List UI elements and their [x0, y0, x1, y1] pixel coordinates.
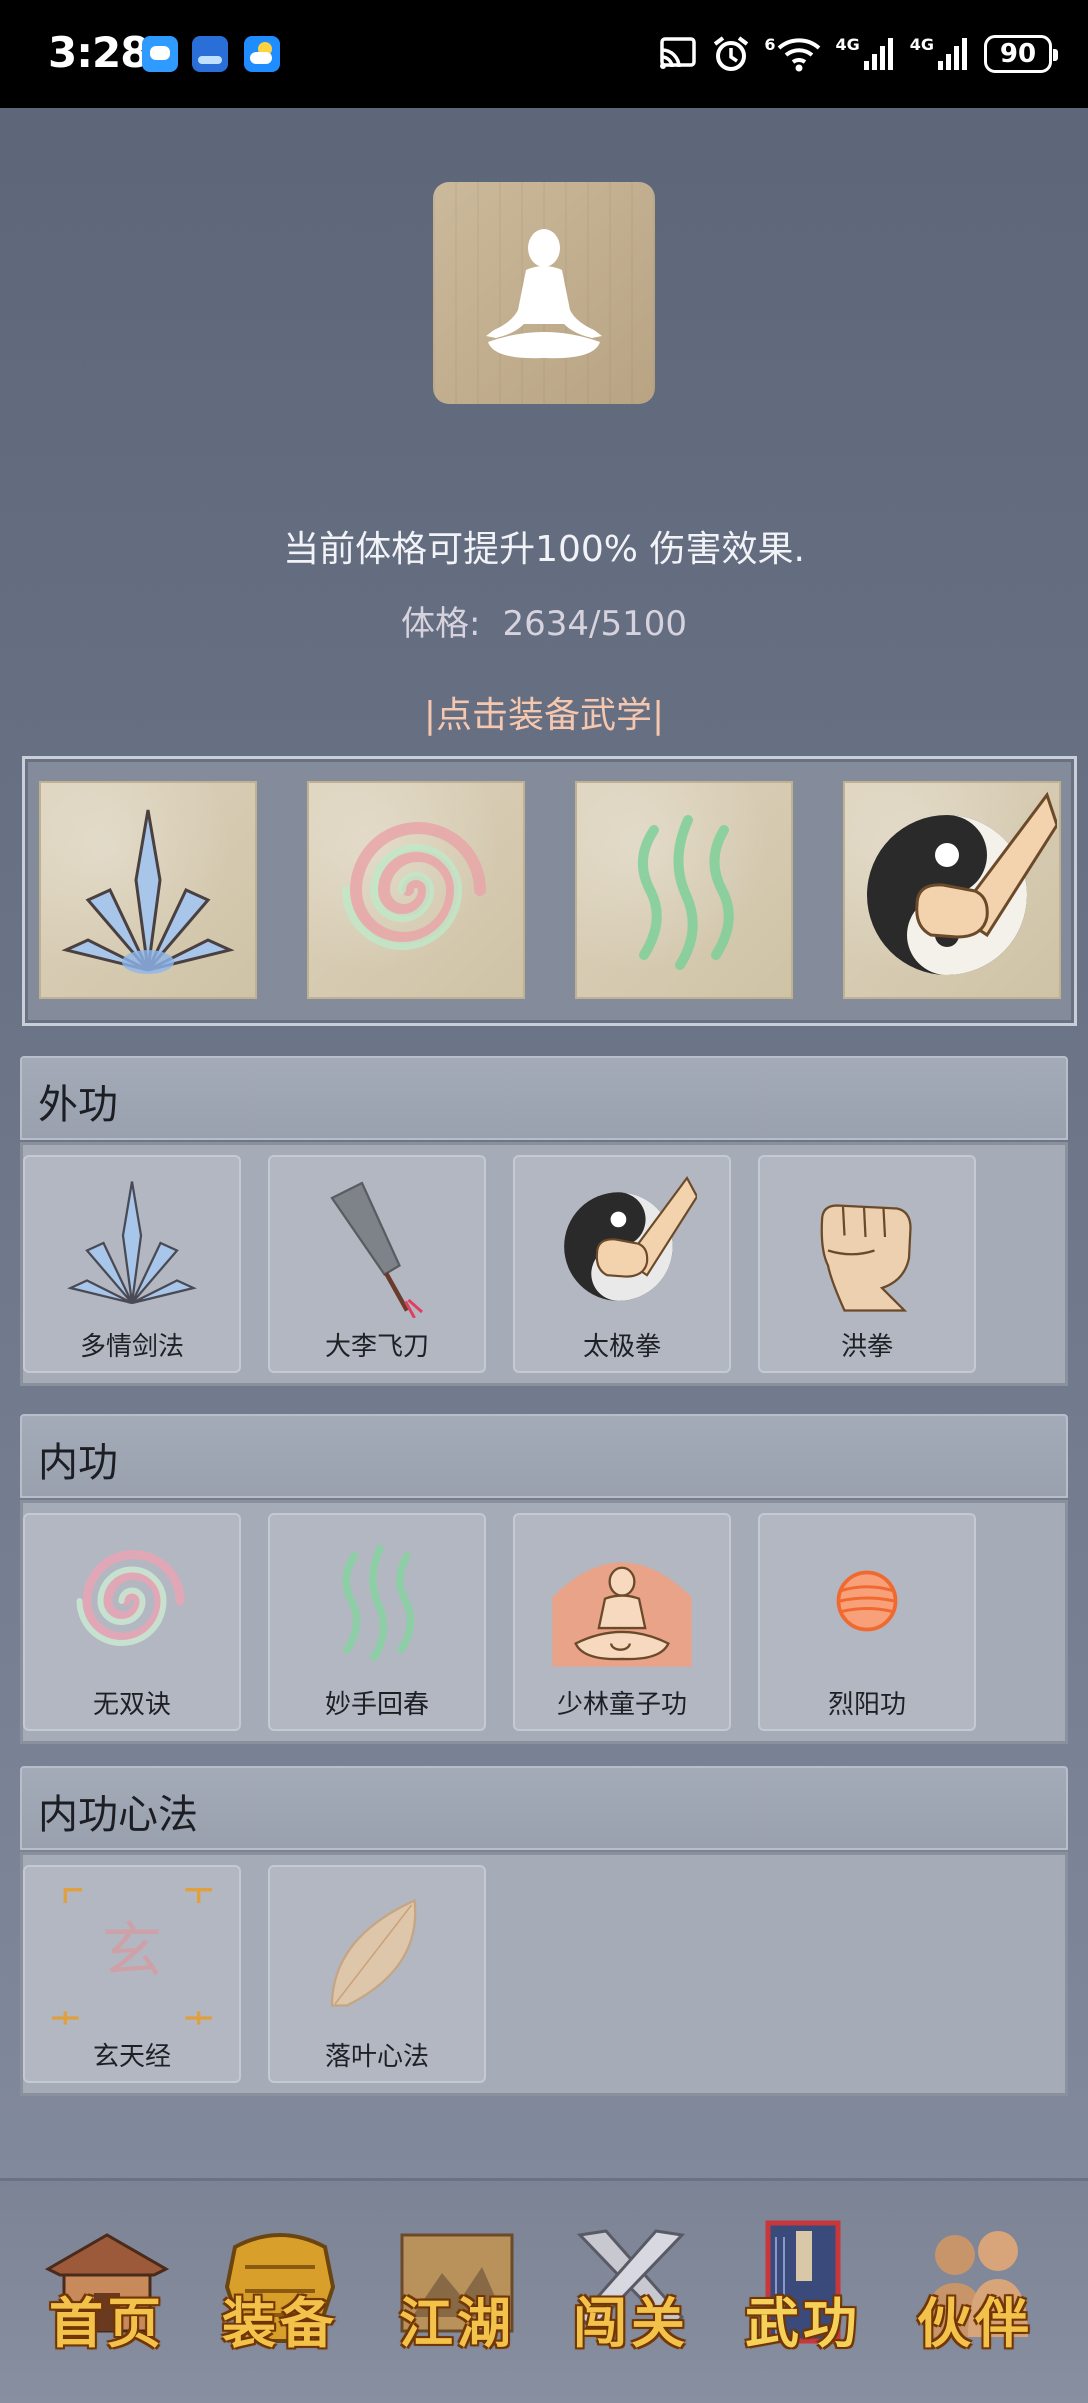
weather-app-icon: [244, 36, 280, 72]
physique-stat-label: 体格:: [401, 604, 481, 644]
meditating-figure-icon: [486, 229, 602, 359]
skill-card[interactable]: 无双诀: [23, 1513, 241, 1731]
skill-card[interactable]: 落叶心法: [268, 1865, 486, 2083]
skill-card[interactable]: 玄 玄天经: [23, 1865, 241, 2083]
message-app-icon: [142, 36, 178, 72]
equipped-slot-3[interactable]: [575, 781, 793, 999]
skill-name: 大李飞刀: [324, 1332, 429, 1362]
taiji-fist-icon: [867, 791, 1057, 975]
nav-equipment[interactable]: 装备: [205, 2217, 355, 2377]
nav-label: 闯关: [573, 2291, 689, 2355]
nav-label: 武功: [745, 2291, 861, 2355]
sun-orb-icon: [760, 1515, 974, 1687]
physique-portrait: [433, 182, 655, 404]
physique-description: 当前体格可提升100% 伤害效果.: [283, 529, 805, 570]
signal-strength-icon: [863, 38, 893, 70]
category-body-waigong: 多情剑法 大李飞刀 太极拳 洪拳: [20, 1142, 1068, 1386]
skill-name: 无双诀: [92, 1690, 171, 1720]
xuan-glyph: 玄: [102, 1916, 162, 1986]
category-title-neigong: 内功: [38, 1440, 118, 1486]
skill-name: 烈阳功: [827, 1690, 906, 1720]
status-bar: 3:28 6 4G 4G 90: [0, 0, 1088, 108]
cast-icon: [660, 37, 697, 69]
nav-label: 装备: [222, 2291, 338, 2355]
skill-name: 多情剑法: [79, 1332, 184, 1362]
xuan-glyph-icon: 玄: [25, 1867, 239, 2039]
skill-name: 妙手回春: [324, 1690, 429, 1720]
nav-companions[interactable]: 伙伴: [900, 2217, 1050, 2377]
skill-card[interactable]: 洪拳: [758, 1155, 976, 1373]
skill-name: 少林童子功: [556, 1690, 687, 1720]
category-header-neigong: 内功: [20, 1414, 1068, 1498]
network-type-label-2: 4G: [909, 34, 934, 54]
system-icons: 6 4G 4G 90: [658, 30, 1058, 78]
nav-home[interactable]: 首页: [32, 2217, 182, 2377]
bottom-navigation: 首页 装备 江湖 闯关 武功 伙伴: [0, 2178, 1088, 2403]
signal-strength-icon-2: [938, 38, 967, 70]
crystal-blades-icon: [61, 809, 235, 974]
skill-card[interactable]: 少林童子功: [513, 1513, 731, 1731]
skill-name: 落叶心法: [324, 2042, 429, 2072]
clock: 3:28: [48, 28, 149, 77]
category-header-waigong: 外功: [20, 1056, 1068, 1140]
battery-level: 90: [999, 39, 1037, 69]
wifi-icon: [778, 38, 821, 72]
nav-label: 伙伴: [917, 2291, 1033, 2355]
physique-stat: 体格: 2634/5100: [0, 596, 1088, 645]
leaf-icon: [270, 1867, 484, 2039]
equip-martial-arts-link[interactable]: |点击装备武学|: [0, 686, 1088, 738]
skill-name: 太极拳: [582, 1332, 661, 1362]
equipped-slot-4[interactable]: [843, 781, 1061, 999]
crystal-blades-icon: [25, 1157, 239, 1329]
battery-indicator: 90: [984, 35, 1058, 73]
physique-stat-value: 2634/5100: [502, 604, 687, 644]
equipped-slot-1[interactable]: [39, 781, 257, 999]
skill-card[interactable]: 多情剑法: [23, 1155, 241, 1373]
wifi-generation-label: 6: [764, 34, 776, 54]
category-body-neigong: 无双诀 妙手回春 少林童子功 烈阳功: [20, 1500, 1068, 1744]
fist-icon: [760, 1157, 974, 1329]
swirl-icon: [342, 822, 486, 950]
category-body-xinfa: 玄 玄天经 落叶心法: [20, 1852, 1068, 2096]
taiji-fist-icon: [515, 1157, 729, 1329]
meditating-monk-icon: [515, 1515, 729, 1687]
skill-card[interactable]: 大李飞刀: [268, 1155, 486, 1373]
nav-jianghu[interactable]: 江湖: [382, 2217, 532, 2377]
nav-label: 首页: [49, 2291, 165, 2355]
green-wisps-icon: [270, 1515, 484, 1687]
category-title-xinfa: 内功心法: [38, 1792, 198, 1838]
skill-name: 洪拳: [840, 1332, 893, 1362]
nav-challenge[interactable]: 闯关: [556, 2217, 706, 2377]
network-type-label-1: 4G: [835, 34, 860, 54]
skill-card[interactable]: 烈阳功: [758, 1513, 976, 1731]
skill-name: 玄天经: [92, 2042, 171, 2072]
equipped-slot-2[interactable]: [307, 781, 525, 999]
equipped-skills-bar: [22, 756, 1077, 1026]
skill-card[interactable]: 太极拳: [513, 1155, 731, 1373]
green-wisps-icon: [637, 815, 734, 970]
category-title-waigong: 外功: [38, 1082, 118, 1128]
nav-label: 江湖: [399, 2291, 515, 2355]
category-header-xinfa: 内功心法: [20, 1766, 1068, 1850]
flying-knife-icon: [270, 1157, 484, 1329]
alarm-icon: [714, 36, 749, 71]
nav-martial-arts[interactable]: 武功: [728, 2217, 878, 2377]
car-app-icon: [192, 36, 228, 72]
swirl-icon: [25, 1515, 239, 1687]
skill-card[interactable]: 妙手回春: [268, 1513, 486, 1731]
